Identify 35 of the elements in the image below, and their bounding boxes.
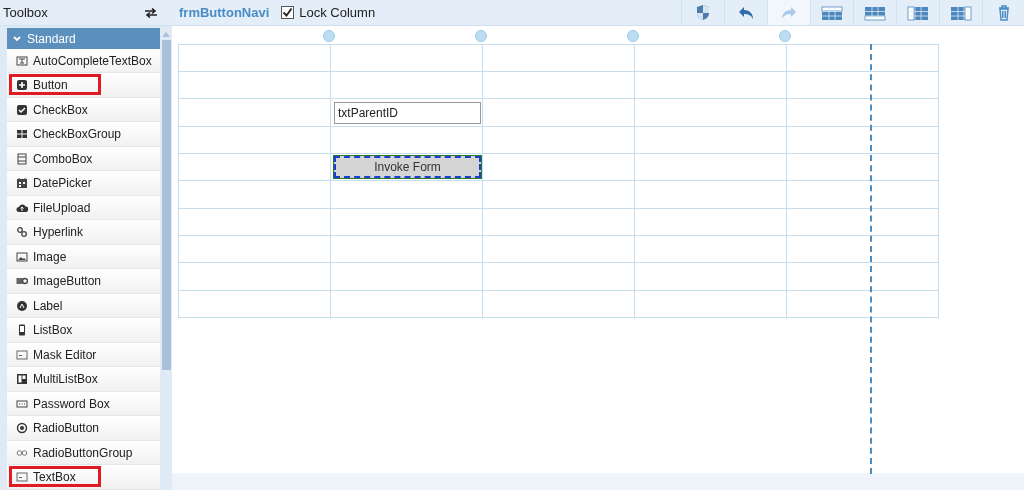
text-field[interactable]: txtParentID [334, 101, 481, 124]
textbox-icon [16, 471, 28, 483]
textbox-icon [16, 348, 28, 361]
label-icon [16, 299, 28, 312]
toolbox-item[interactable]: Button [7, 73, 160, 98]
checkbox-icon [16, 103, 28, 116]
autocomplete-icon [16, 54, 28, 67]
table-icon [907, 3, 929, 22]
lock-column-label: Lock Column [299, 3, 376, 22]
column-handle[interactable] [627, 30, 639, 42]
button-icon [16, 79, 28, 91]
lock-column-checkbox[interactable] [281, 6, 295, 19]
invoke-form-button[interactable]: Invoke Form [334, 156, 481, 178]
swap-arrows-icon[interactable] [144, 7, 158, 18]
column-handle[interactable] [323, 30, 335, 42]
shield-icon [694, 3, 712, 22]
datepicker-icon [16, 177, 28, 189]
column-handle[interactable] [779, 30, 791, 42]
table-icon [950, 3, 972, 22]
toolbox-item[interactable]: TextBox [7, 465, 160, 490]
combobox-icon [16, 152, 28, 165]
imagebutton-icon [16, 275, 28, 287]
table-icon [821, 3, 843, 22]
chevron-icon [13, 35, 21, 42]
radio-icon [16, 422, 28, 434]
listbox-icon [16, 324, 28, 336]
image-icon [16, 250, 28, 263]
form-name: frmButtonNavi [179, 3, 270, 22]
scrollbar-thumb[interactable] [161, 40, 171, 370]
password-icon [16, 397, 28, 410]
column-handle[interactable] [475, 30, 487, 42]
multilistbox-icon [16, 373, 28, 385]
checkboxgroup-icon [16, 128, 28, 140]
hyperlink-icon [16, 226, 28, 238]
toolbox-title: Toolbox [3, 3, 48, 22]
